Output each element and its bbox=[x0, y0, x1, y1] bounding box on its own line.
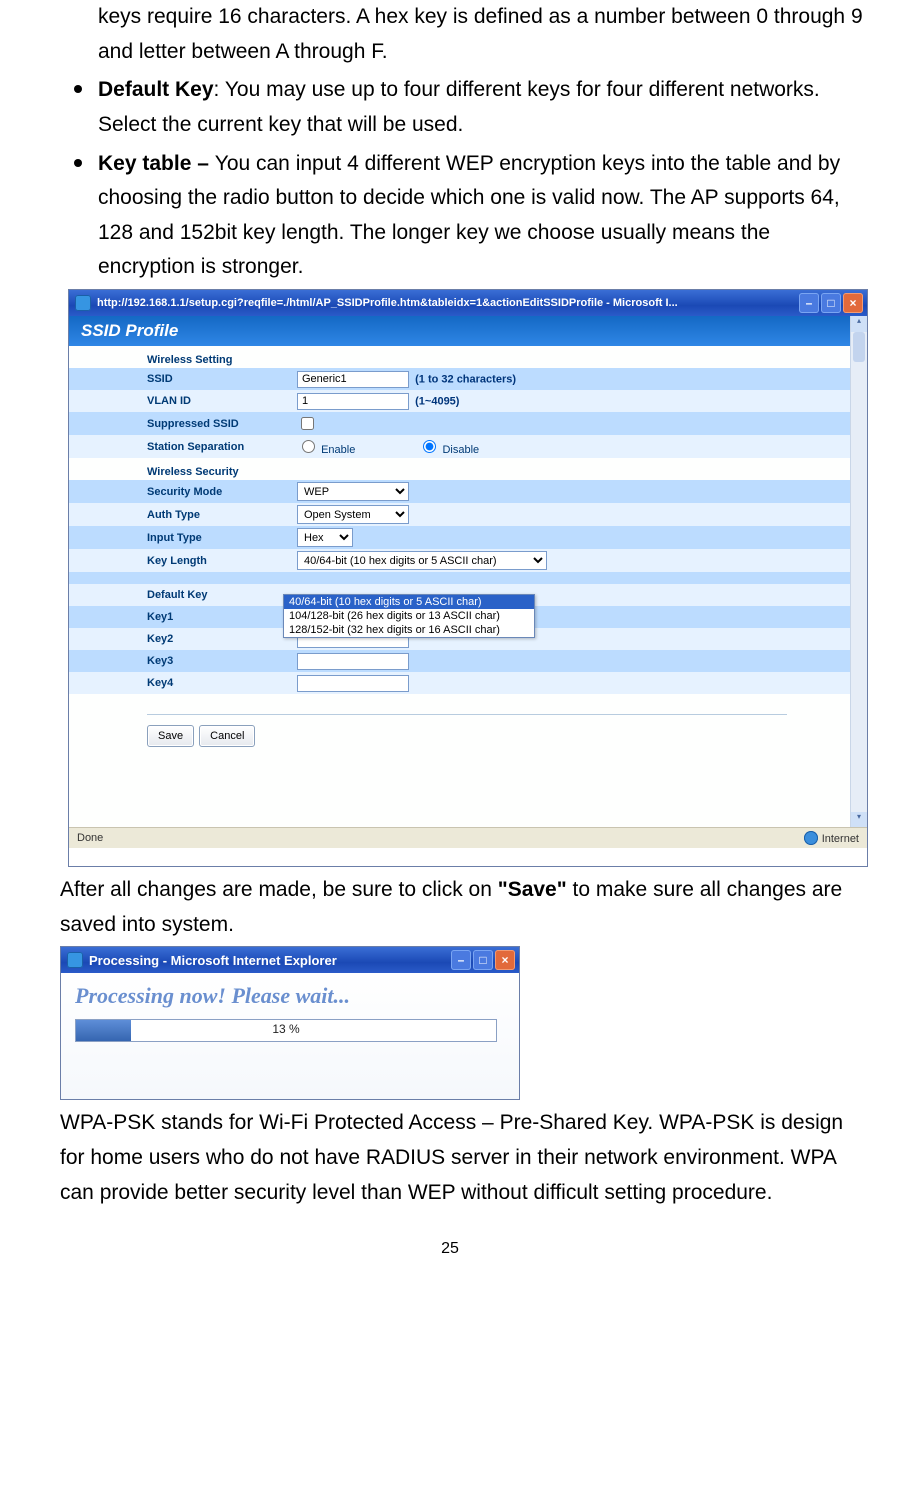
scroll-up-icon[interactable]: ▴ bbox=[851, 316, 867, 332]
key-length-select[interactable]: 40/64-bit (10 hex digits or 5 ASCII char… bbox=[297, 551, 547, 570]
key-length-option-152[interactable]: 128/152-bit (32 hex digits or 16 ASCII c… bbox=[284, 623, 534, 637]
page-title: SSID Profile bbox=[69, 316, 851, 346]
cancel-button[interactable]: Cancel bbox=[199, 725, 255, 747]
titlebar: Processing - Microsoft Internet Explorer… bbox=[61, 947, 519, 973]
paragraph-save: After all changes are made, be sure to c… bbox=[60, 873, 870, 942]
disable-label: Disable bbox=[442, 444, 479, 456]
scrollbar[interactable]: ▴ ▾ bbox=[850, 316, 867, 828]
key2-label: Key2 bbox=[69, 628, 291, 650]
section-wireless-setting: Wireless Setting bbox=[69, 346, 851, 368]
bullet-key-table: Key table – You can input 4 different WE… bbox=[98, 147, 870, 286]
station-separation-label: Station Separation bbox=[69, 435, 291, 458]
maximize-button[interactable]: □ bbox=[821, 293, 841, 313]
maximize-button[interactable]: □ bbox=[473, 950, 493, 970]
key-table-label: Key table – bbox=[98, 152, 215, 175]
disable-radio[interactable] bbox=[423, 440, 436, 453]
bullet-icon bbox=[74, 159, 82, 167]
key4-input[interactable] bbox=[297, 675, 409, 692]
page-number: 25 bbox=[30, 1240, 870, 1258]
divider bbox=[147, 714, 787, 715]
key-length-option-64[interactable]: 40/64-bit (10 hex digits or 5 ASCII char… bbox=[284, 595, 534, 609]
status-done: Done bbox=[77, 832, 103, 844]
ssid-input[interactable] bbox=[297, 371, 409, 388]
key-length-label: Key Length bbox=[69, 549, 291, 572]
ssid-hint: (1 to 32 characters) bbox=[415, 373, 516, 385]
enable-radio[interactable] bbox=[302, 440, 315, 453]
ie-icon bbox=[67, 952, 83, 968]
screenshot-ssid-profile: http://192.168.1.1/setup.cgi?reqfile=./h… bbox=[68, 289, 868, 867]
bullet-default-key: Default Key: You may use up to four diff… bbox=[98, 73, 870, 142]
enable-label: Enable bbox=[321, 444, 355, 456]
key3-label: Key3 bbox=[69, 650, 291, 672]
paragraph-top: keys require 16 characters. A hex key is… bbox=[98, 0, 870, 69]
key4-label: Key4 bbox=[69, 672, 291, 694]
save-button[interactable]: Save bbox=[147, 725, 194, 747]
auth-type-select[interactable]: Open System bbox=[297, 505, 409, 524]
scroll-down-icon[interactable]: ▾ bbox=[851, 812, 867, 828]
auth-type-label: Auth Type bbox=[69, 503, 291, 526]
minimize-button[interactable]: – bbox=[451, 950, 471, 970]
close-button[interactable]: × bbox=[843, 293, 863, 313]
key3-input[interactable] bbox=[297, 653, 409, 670]
ie-icon bbox=[75, 295, 91, 311]
statusbar: Done Internet bbox=[69, 827, 867, 848]
vlan-input[interactable] bbox=[297, 393, 409, 410]
paragraph-wpa: WPA-PSK stands for Wi-Fi Protected Acces… bbox=[60, 1106, 870, 1210]
minimize-button[interactable]: – bbox=[799, 293, 819, 313]
default-key-label: Default Key bbox=[69, 584, 291, 606]
suppressed-ssid-checkbox[interactable] bbox=[301, 417, 314, 430]
window-title: http://192.168.1.1/setup.cgi?reqfile=./h… bbox=[97, 297, 799, 309]
key1-label: Key1 bbox=[69, 606, 291, 628]
vlan-label: VLAN ID bbox=[69, 390, 291, 412]
security-mode-label: Security Mode bbox=[69, 480, 291, 503]
bullet-icon bbox=[74, 85, 82, 93]
section-wireless-security: Wireless Security bbox=[69, 458, 851, 480]
ssid-label: SSID bbox=[69, 368, 291, 390]
screenshot-processing: Processing - Microsoft Internet Explorer… bbox=[60, 946, 520, 1100]
window-title: Processing - Microsoft Internet Explorer bbox=[89, 953, 451, 968]
globe-icon bbox=[804, 831, 818, 845]
key-length-option-128[interactable]: 104/128-bit (26 hex digits or 13 ASCII c… bbox=[284, 609, 534, 623]
input-type-label: Input Type bbox=[69, 526, 291, 549]
key-length-dropdown[interactable]: 40/64-bit (10 hex digits or 5 ASCII char… bbox=[283, 594, 535, 638]
suppressed-ssid-label: Suppressed SSID bbox=[69, 412, 291, 435]
vlan-hint: (1~4095) bbox=[415, 395, 459, 407]
titlebar: http://192.168.1.1/setup.cgi?reqfile=./h… bbox=[69, 290, 867, 316]
progress-percent: 13 % bbox=[76, 1022, 496, 1036]
scroll-thumb[interactable] bbox=[853, 332, 865, 362]
default-key-label: Default Key bbox=[98, 78, 214, 101]
status-zone: Internet bbox=[822, 833, 859, 845]
close-button[interactable]: × bbox=[495, 950, 515, 970]
security-mode-select[interactable]: WEP bbox=[297, 482, 409, 501]
input-type-select[interactable]: Hex bbox=[297, 528, 353, 547]
progress-bar: 13 % bbox=[75, 1019, 497, 1042]
processing-message: Processing now! Please wait... bbox=[75, 983, 505, 1009]
